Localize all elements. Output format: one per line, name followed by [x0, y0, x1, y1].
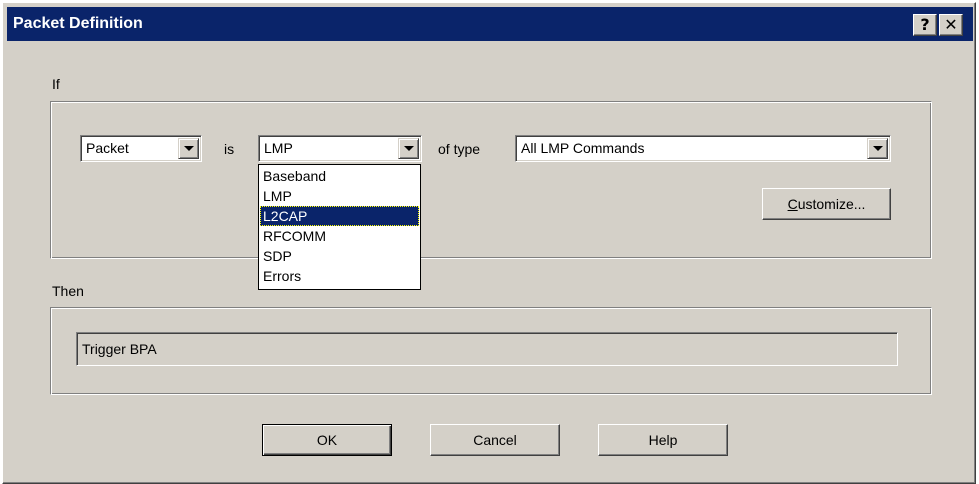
customize-mnemonic: C: [787, 196, 798, 212]
cancel-button[interactable]: Cancel: [430, 424, 560, 456]
dropdown-item-lmp[interactable]: LMP: [260, 186, 419, 206]
then-label: Then: [52, 283, 84, 299]
packet-combo[interactable]: Packet: [80, 135, 202, 162]
chevron-down-icon[interactable]: [178, 138, 199, 159]
type-combo[interactable]: All LMP Commands: [515, 135, 891, 162]
protocol-combo[interactable]: LMP: [258, 135, 422, 162]
context-help-button[interactable]: ?: [913, 14, 937, 36]
of-type-label: of type: [438, 141, 481, 157]
is-label: is: [224, 141, 235, 157]
dropdown-item-baseband[interactable]: Baseband: [260, 166, 419, 186]
protocol-dropdown-list[interactable]: Baseband LMP L2CAP RFCOMM SDP Errors: [258, 164, 421, 290]
chevron-down-icon[interactable]: [398, 138, 419, 159]
if-label: If: [52, 76, 60, 92]
type-combo-value: All LMP Commands: [521, 140, 645, 156]
title-bar[interactable]: Packet Definition ? ✕: [7, 7, 973, 41]
ok-button[interactable]: OK: [262, 424, 392, 456]
chevron-down-icon[interactable]: [867, 138, 888, 159]
close-button[interactable]: ✕: [939, 14, 963, 36]
if-group: [50, 101, 932, 259]
packet-combo-value: Packet: [86, 140, 129, 156]
dropdown-item-rfcomm[interactable]: RFCOMM: [260, 226, 419, 246]
dropdown-item-l2cap[interactable]: L2CAP: [260, 206, 419, 226]
customize-label: ustomize...: [797, 196, 866, 212]
window-title: Packet Definition: [13, 15, 143, 32]
action-value: Trigger BPA: [82, 341, 157, 357]
customize-button[interactable]: Customize...: [762, 188, 891, 220]
dropdown-item-sdp[interactable]: SDP: [260, 246, 419, 266]
help-button[interactable]: Help: [598, 424, 728, 456]
protocol-combo-value: LMP: [264, 140, 293, 156]
action-field: Trigger BPA: [76, 332, 898, 366]
dropdown-item-errors[interactable]: Errors: [260, 266, 419, 286]
